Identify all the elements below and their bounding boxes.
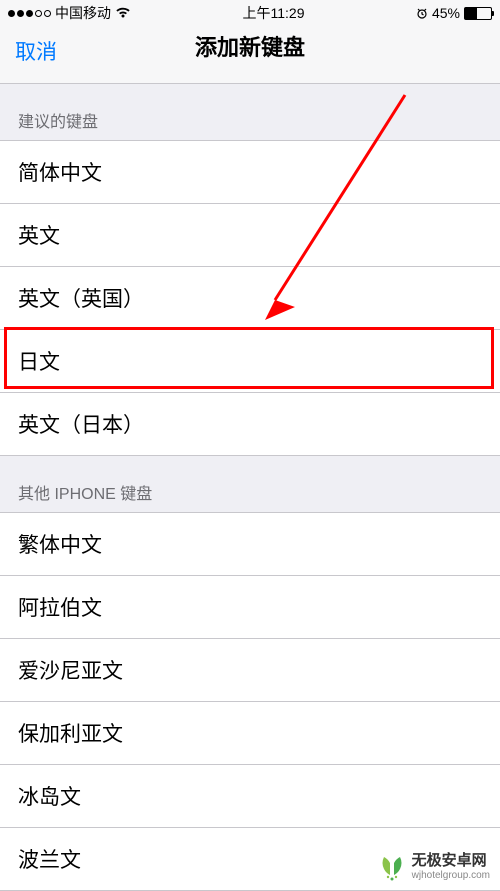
wifi-icon — [115, 7, 131, 19]
list-item[interactable]: 保加利亚文 — [0, 702, 500, 765]
status-right: 45% — [416, 5, 492, 21]
list-item[interactable]: 简体中文 — [0, 141, 500, 204]
status-time: 上午11:29 — [242, 3, 304, 23]
cancel-button[interactable]: 取消 — [15, 36, 57, 66]
watermark-logo-icon — [378, 853, 406, 881]
list-item[interactable]: 日文 — [0, 330, 500, 393]
watermark-url: wjhotelgroup.com — [412, 870, 490, 881]
page-title: 添加新键盘 — [195, 30, 305, 62]
list-item[interactable]: 英文（英国） — [0, 267, 500, 330]
watermark: 无极安卓网 wjhotelgroup.com — [378, 853, 490, 881]
signal-dots-icon — [8, 10, 51, 17]
list-item[interactable]: 繁体中文 — [0, 513, 500, 576]
alarm-icon — [416, 7, 428, 19]
list-item[interactable]: 阿拉伯文 — [0, 576, 500, 639]
section-header-other: 其他 IPHONE 键盘 — [0, 456, 500, 512]
suggested-keyboards-list: 简体中文 英文 英文（英国） 日文 英文（日本） — [0, 140, 500, 456]
other-keyboards-list: 繁体中文 阿拉伯文 爱沙尼亚文 保加利亚文 冰岛文 波兰文 — [0, 512, 500, 891]
list-item[interactable]: 英文（日本） — [0, 393, 500, 455]
battery-percent: 45% — [432, 5, 460, 21]
carrier-label: 中国移动 — [55, 3, 111, 23]
status-bar: 中国移动 上午11:29 45% — [0, 0, 500, 26]
status-left: 中国移动 — [8, 3, 131, 23]
nav-bar: 取消 添加新键盘 — [0, 26, 500, 84]
battery-icon — [464, 7, 492, 20]
list-item[interactable]: 爱沙尼亚文 — [0, 639, 500, 702]
section-header-suggested: 建议的键盘 — [0, 84, 500, 140]
list-item[interactable]: 英文 — [0, 204, 500, 267]
list-item[interactable]: 冰岛文 — [0, 765, 500, 828]
watermark-title: 无极安卓网 — [412, 853, 490, 870]
